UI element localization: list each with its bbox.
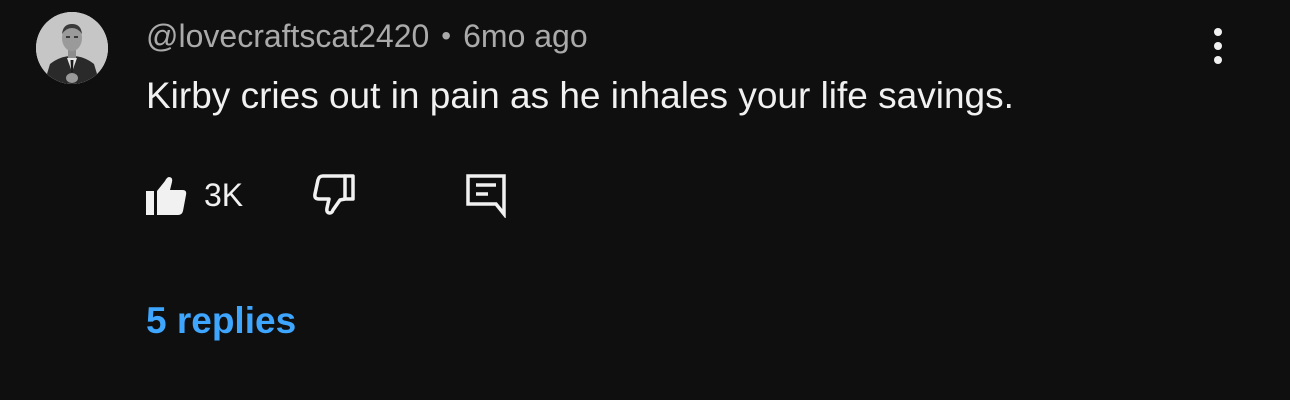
reply-comment-icon: [466, 174, 506, 218]
meta-separator: •: [441, 20, 452, 51]
comment-author[interactable]: @lovecraftscat2420: [146, 18, 429, 55]
comment-timestamp: 6mo ago: [463, 17, 588, 54]
thumbs-down-icon: [313, 174, 355, 215]
comment-text: Kirby cries out in pain as he inhales yo…: [146, 75, 1014, 116]
replies-link[interactable]: 5 replies: [146, 300, 296, 342]
more-options-button[interactable]: [1196, 24, 1240, 68]
avatar[interactable]: [36, 12, 108, 84]
like-button[interactable]: 3K: [144, 172, 243, 218]
comment-meta: @lovecraftscat2420 • 6mo ago: [146, 14, 588, 58]
thumbs-up-icon: [146, 177, 187, 215]
like-count: 3K: [204, 176, 244, 213]
more-vertical-icon: [1214, 28, 1222, 64]
reply-button[interactable]: [464, 172, 510, 218]
dislike-button[interactable]: [312, 172, 358, 218]
